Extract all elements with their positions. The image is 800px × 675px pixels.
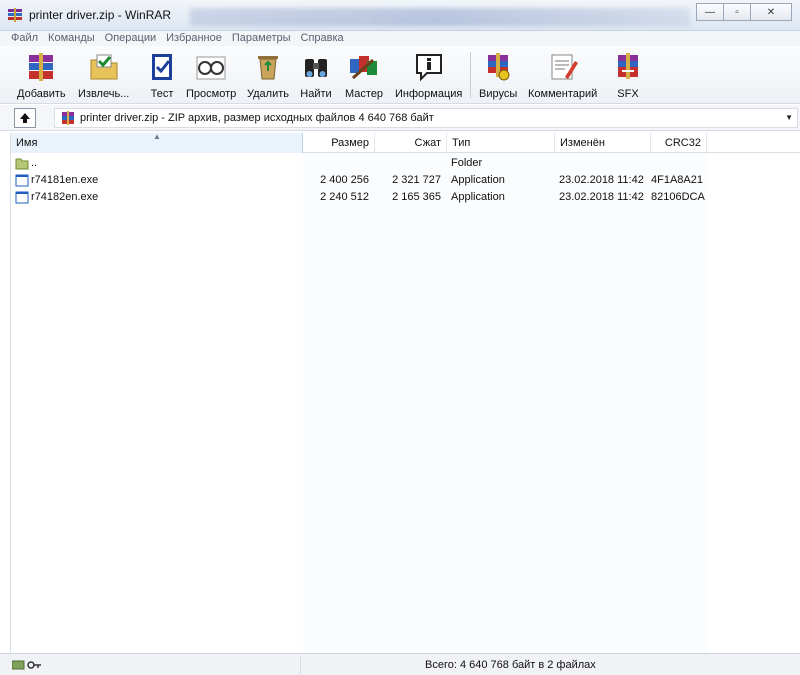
sfx-icon bbox=[610, 50, 646, 84]
info-icon bbox=[411, 50, 447, 84]
list-item-file[interactable]: r74182en.exe 2 240 512 2 165 365 Applica… bbox=[11, 189, 711, 206]
blurred-background bbox=[190, 8, 690, 26]
test-check-icon bbox=[144, 50, 180, 84]
binoculars-icon bbox=[298, 50, 334, 84]
address-field[interactable]: printer driver.zip - ZIP архив, размер и… bbox=[54, 108, 798, 128]
menu-help[interactable]: Справка bbox=[296, 31, 349, 46]
list-header: Имя ▲ Размер Сжат Тип Изменён CRC32 bbox=[11, 132, 800, 153]
column-size[interactable]: Размер bbox=[303, 133, 375, 153]
winrar-app-icon bbox=[8, 8, 22, 22]
menu-operations[interactable]: Операции bbox=[100, 31, 161, 46]
glasses-view-icon bbox=[193, 50, 229, 84]
menu-commands[interactable]: Команды bbox=[43, 31, 100, 46]
minimize-button[interactable]: — bbox=[696, 3, 724, 21]
wizard-button[interactable]: Мастер bbox=[345, 50, 383, 100]
toolbar-separator bbox=[470, 52, 471, 98]
status-text: Всего: 4 640 768 байт в 2 файлах bbox=[425, 659, 596, 671]
drive-key-icon bbox=[12, 660, 41, 670]
up-arrow-icon bbox=[20, 113, 30, 123]
add-button[interactable]: Добавить bbox=[17, 50, 66, 100]
status-separator bbox=[300, 656, 301, 674]
menu-bar: Файл Команды Операции Избранное Параметр… bbox=[0, 31, 800, 46]
column-name[interactable]: Имя ▲ bbox=[11, 132, 303, 153]
list-item-file[interactable]: r74181en.exe 2 400 256 2 321 727 Applica… bbox=[11, 172, 711, 189]
wizard-icon bbox=[346, 50, 382, 84]
info-button[interactable]: Информация bbox=[395, 50, 462, 100]
extract-folder-icon bbox=[86, 50, 122, 84]
archive-books-icon bbox=[23, 50, 59, 84]
file-list[interactable]: Имя ▲ Размер Сжат Тип Изменён CRC32 .. F… bbox=[10, 132, 800, 653]
sfx-button[interactable]: SFX bbox=[610, 50, 646, 100]
address-bar: printer driver.zip - ZIP архив, размер и… bbox=[0, 105, 800, 131]
menu-favorites[interactable]: Избранное bbox=[161, 31, 227, 46]
maximize-button[interactable]: ▫ bbox=[723, 3, 751, 21]
test-button[interactable]: Тест bbox=[144, 50, 180, 100]
up-folder-button[interactable] bbox=[14, 108, 36, 128]
chevron-down-icon[interactable]: ▼ bbox=[785, 113, 793, 122]
comment-button[interactable]: Комментарий bbox=[528, 50, 597, 100]
zip-archive-icon bbox=[62, 111, 74, 125]
title-bar: printer driver.zip - WinRAR — ▫ ✕ bbox=[0, 0, 800, 31]
list-item-parent[interactable]: .. Folder bbox=[11, 155, 711, 172]
window-title: printer driver.zip - WinRAR bbox=[29, 8, 172, 22]
extract-button[interactable]: Извлечь... bbox=[78, 50, 129, 100]
menu-options[interactable]: Параметры bbox=[227, 31, 296, 46]
status-bar: Всего: 4 640 768 байт в 2 файлах bbox=[0, 653, 800, 675]
menu-file[interactable]: Файл bbox=[6, 31, 43, 46]
virus-scan-button[interactable]: Вирусы bbox=[479, 50, 517, 100]
view-button[interactable]: Просмотр bbox=[186, 50, 236, 100]
comment-pen-icon bbox=[545, 50, 581, 84]
toolbar: Добавить Извлечь... Тест Просмотр Удалит… bbox=[0, 46, 800, 104]
address-text: printer driver.zip - ZIP архив, размер и… bbox=[80, 112, 434, 124]
sort-asc-icon: ▲ bbox=[153, 132, 161, 141]
column-type[interactable]: Тип bbox=[447, 133, 555, 153]
folder-up-icon bbox=[15, 158, 29, 170]
column-crc[interactable]: CRC32 bbox=[651, 133, 707, 153]
find-button[interactable]: Найти bbox=[298, 50, 334, 100]
close-button[interactable]: ✕ bbox=[750, 3, 792, 21]
exe-file-icon bbox=[15, 191, 29, 204]
column-modified[interactable]: Изменён bbox=[555, 133, 651, 153]
recycle-delete-icon bbox=[250, 50, 286, 84]
columns-background bbox=[303, 153, 707, 653]
exe-file-icon bbox=[15, 174, 29, 187]
virus-scan-icon bbox=[480, 50, 516, 84]
delete-button[interactable]: Удалить bbox=[247, 50, 289, 100]
column-packed[interactable]: Сжат bbox=[375, 133, 447, 153]
